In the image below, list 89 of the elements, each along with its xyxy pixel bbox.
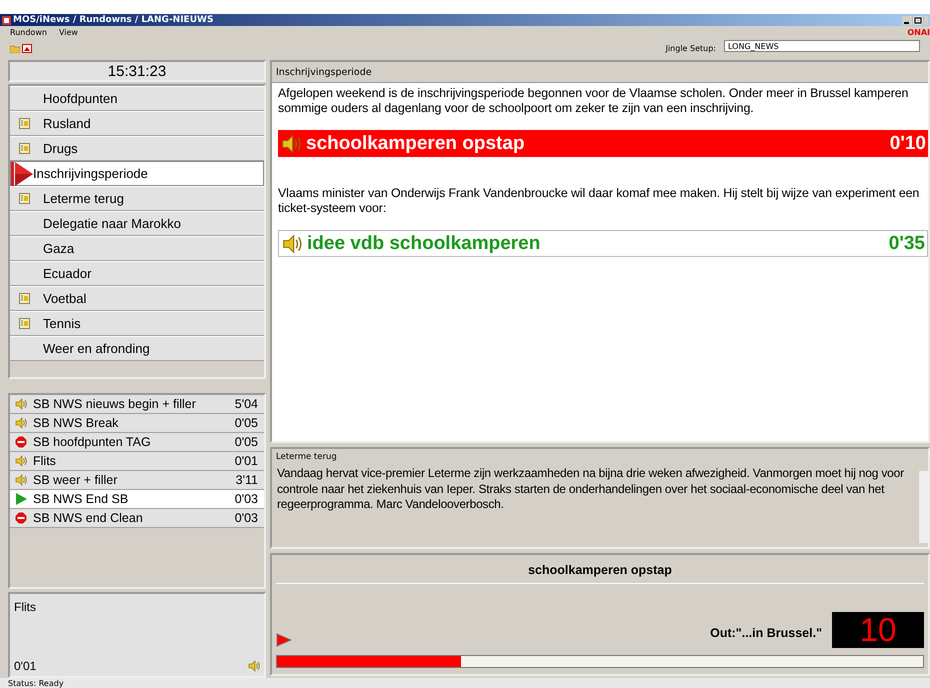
element-detail-duration: 0'01	[14, 659, 36, 673]
story-title: Gaza	[43, 241, 74, 256]
clock: 15:31:23	[8, 60, 266, 82]
story-row[interactable]: Delegatie naar Marokko	[10, 211, 264, 236]
story-row[interactable]: Leterme terug	[10, 186, 264, 211]
document-icon	[18, 318, 30, 329]
story-title: Voetbal	[43, 291, 86, 306]
element-duration: 3'11	[236, 473, 258, 487]
story-title: Leterme terug	[43, 191, 124, 206]
element-duration: 0'01	[234, 454, 258, 468]
preview-header: Leterme terug	[275, 451, 338, 464]
jingle-setup-label: Jingle Setup:	[666, 44, 716, 52]
cue-duration: 0'10	[890, 132, 926, 154]
element-title: SB NWS Break	[33, 416, 120, 430]
story-row[interactable]: Drugs	[10, 136, 264, 161]
story-title: Drugs	[43, 141, 78, 156]
speaker-icon	[248, 660, 260, 672]
story-row[interactable]: Tennis	[10, 311, 264, 336]
element-duration: 0'03	[234, 492, 258, 506]
speaker-icon	[15, 398, 27, 410]
element-row[interactable]: Flits 0'01	[10, 452, 264, 471]
stop-icon	[15, 436, 27, 448]
story-title: Hoofdpunten	[43, 91, 118, 106]
document-icon	[18, 143, 30, 154]
cue-title: idee vdb schoolkamperen	[307, 232, 542, 254]
scrollbar[interactable]	[918, 471, 928, 543]
story-row[interactable]: Gaza	[10, 236, 264, 261]
stop-icon	[15, 512, 27, 524]
story-title: Delegatie naar Marokko	[43, 216, 182, 231]
story-row[interactable]: Voetbal	[10, 286, 264, 311]
element-duration: 0'03	[234, 511, 258, 525]
play-icon	[15, 493, 27, 505]
out-cue: Out:"...in Brussel."	[710, 626, 822, 640]
element-detail-title: Flits	[14, 600, 37, 614]
status-bar: Status: Ready	[0, 678, 930, 688]
element-duration: 5'04	[234, 397, 258, 411]
script-paragraph: Vlaams minister van Onderwijs Frank Vandenbroucke wil daar komaf mee maken. Hij stelt bij wijze van experiment een ticket-systeem voor:	[278, 186, 920, 216]
document-icon	[18, 118, 30, 129]
story-row[interactable]: Weer en afronding	[10, 336, 264, 361]
minimize-button[interactable]	[902, 16, 912, 24]
story-title: Rusland	[43, 116, 91, 131]
element-title: SB NWS End SB	[33, 492, 130, 506]
player-title: schoolkamperen opstap	[276, 555, 924, 584]
picture-frame-icon[interactable]	[22, 44, 32, 52]
cue-title: schoolkamperen opstap	[306, 132, 526, 154]
menu-item[interactable]: View	[58, 28, 78, 36]
speaker-icon	[282, 234, 302, 254]
onair-indicator: ONAI	[907, 27, 930, 39]
document-icon	[18, 193, 30, 204]
play-marker-icon	[11, 162, 33, 186]
maximize-button[interactable]	[913, 16, 923, 24]
jingle-setup-dropdown[interactable]: LONG_NEWS	[724, 40, 920, 52]
element-title: SB NWS nieuws begin + filler	[33, 397, 197, 411]
window-title: MOS/iNews / Rundowns / LANG-NIEUWS	[13, 15, 214, 25]
audio-cue[interactable]: schoolkamperen opstap 0'10	[278, 130, 928, 157]
menu-item[interactable]: Rundown	[10, 28, 47, 36]
speaker-icon	[15, 474, 27, 486]
element-duration: 0'05	[234, 416, 258, 430]
story-title: Ecuador	[43, 266, 92, 281]
element-row[interactable]: SB NWS Break 0'05	[10, 414, 264, 433]
cue-duration: 0'35	[888, 232, 925, 254]
story-title: Weer en afronding	[43, 341, 150, 356]
element-title: SB weer + filler	[33, 473, 118, 487]
element-title: Flits	[33, 454, 57, 468]
element-row[interactable]: SB hoofdpunten TAG 0'05	[10, 433, 264, 452]
speaker-icon	[281, 134, 301, 154]
play-icon[interactable]	[276, 633, 292, 647]
script-paragraph: Afgelopen weekend is de inschrijvingsperiode begonnen voor de Vlaamse scholen. Onder meer in Brussel kamperen sommige ouders al dagenlang voor de schoolpoort om zeker te zijn van een inschrijving.	[278, 86, 910, 116]
story-row[interactable]: Rusland	[10, 111, 264, 136]
element-row[interactable]: SB NWS nieuws begin + filler 5'04	[10, 395, 264, 414]
story-title: Tennis	[43, 316, 81, 331]
element-title: SB NWS end Clean	[33, 511, 144, 525]
app-icon	[2, 16, 11, 24]
preview-paragraph: Vandaag hervat vice-premier Leterme zijn werkzaamheden na bijna drie weken afwezigheid. Vanmorgen moet hij nog voor controle naar het ziekenhuis van Ieper. Straks starten de onderhandelingen over het sociaal-economische deel van het regeerprogramma. Marc Vandelooverbosch.	[277, 466, 905, 512]
document-icon	[18, 293, 30, 304]
element-row[interactable]: SB NWS end Clean 0'03	[10, 509, 264, 528]
speaker-icon	[15, 455, 27, 467]
element-row[interactable]: SB weer + filler 3'11	[10, 471, 264, 490]
countdown-display: 10	[832, 612, 924, 648]
story-row[interactable]: Ecuador	[10, 261, 264, 286]
story-row[interactable]: Hoofdpunten	[10, 86, 264, 111]
element-duration: 0'05	[234, 435, 258, 449]
audio-cue[interactable]: idee vdb schoolkamperen 0'35	[278, 230, 928, 257]
element-row[interactable]: SB NWS End SB 0'03	[10, 490, 264, 509]
story-header: Inschrijvingsperiode	[276, 66, 372, 78]
speaker-icon	[15, 417, 27, 429]
element-title: SB hoofdpunten TAG	[33, 435, 152, 449]
story-title: Inschrijvingsperiode	[33, 166, 148, 181]
story-row[interactable]: Inschrijvingsperiode	[10, 161, 264, 186]
